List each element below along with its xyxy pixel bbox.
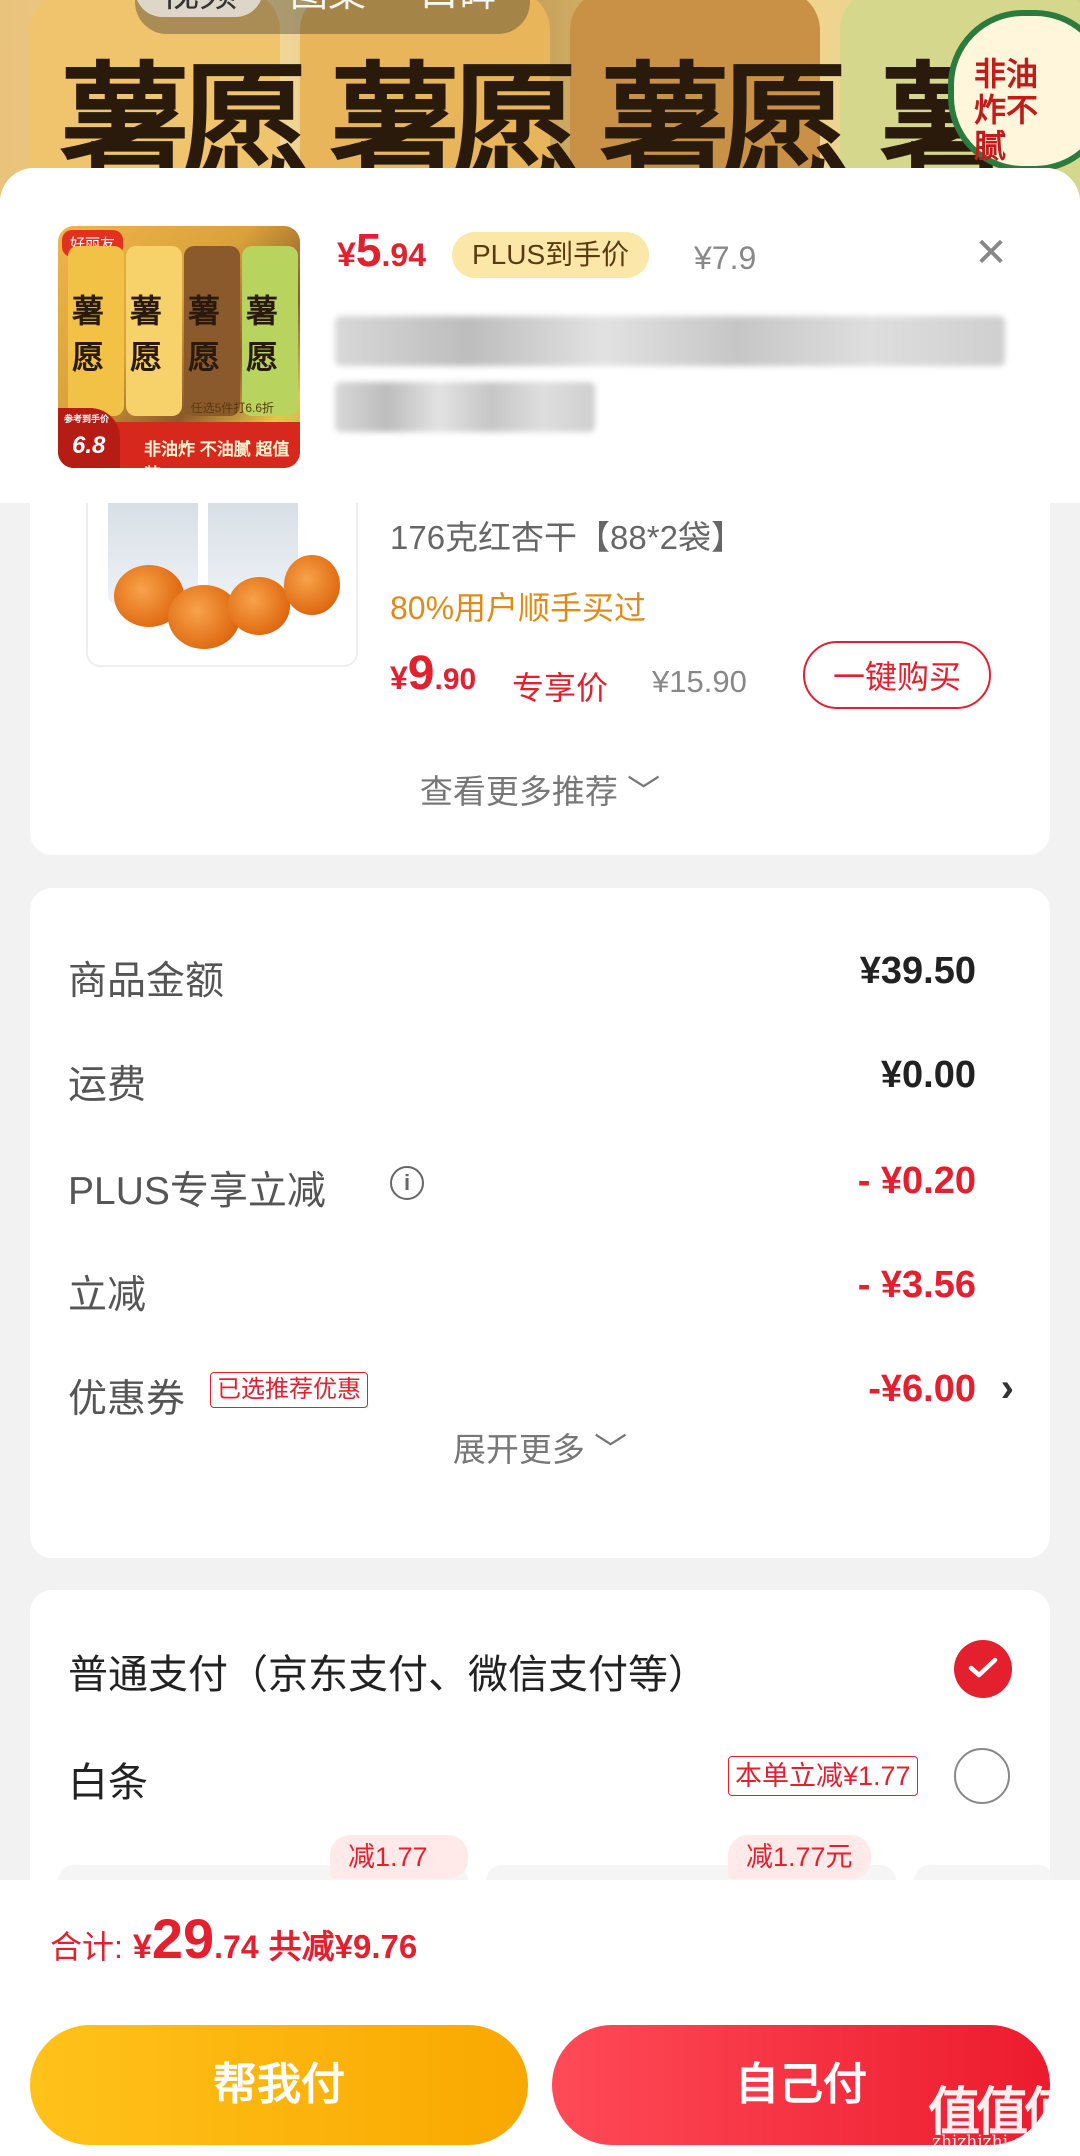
- watermark-url: zhizhizhi.com: [932, 2132, 1050, 2152]
- reference-price: 6.8: [72, 432, 106, 459]
- currency-symbol: ¥: [132, 1928, 152, 1966]
- product-slogan: 非油炸 不油腻 超值装: [144, 440, 290, 468]
- total-integer: 29: [151, 1907, 215, 1970]
- apricot: [284, 555, 340, 615]
- pack: 薯愿: [242, 246, 298, 416]
- installment-badge: 减1.77元: [728, 1835, 871, 1879]
- purchase-rate: 80%用户顺手买过: [390, 590, 647, 626]
- summary-value: - ¥3.56: [857, 1264, 976, 1306]
- recommendation-card: 176克红杏干【88*2袋】 80%用户顺手买过 ¥9.90 专享价 ¥15.9…: [30, 503, 1050, 855]
- pack-text: 薯愿: [72, 292, 105, 376]
- summary-row-subtotal: 商品金额 ¥39.50: [68, 950, 998, 1010]
- recommendation-price: ¥9.90: [390, 646, 476, 701]
- currency-symbol: ¥: [390, 660, 408, 696]
- info-icon[interactable]: i: [390, 1166, 424, 1200]
- sheet-header: 好丽友 薯愿 薯愿 薯愿 薯愿 任选5件打6.6折 参考到手价 6.8 非油炸 …: [0, 168, 1080, 503]
- summary-value: ¥39.50: [859, 950, 976, 992]
- baitiao-discount-tag: 本单立减¥1.77: [728, 1756, 918, 1796]
- site-watermark: 值值值 zhizhizhi.com: [928, 2070, 1076, 2152]
- currency-symbol: ¥: [337, 236, 356, 274]
- normal-payment-label[interactable]: 普通支付（京东支付、微信支付等）: [68, 1642, 708, 1700]
- amount-summary-card: 商品金额 ¥39.50 运费 ¥0.00 PLUS专享立减 i - ¥0.20 …: [30, 888, 1050, 1558]
- summary-row-instant-discount: 立减 - ¥3.56: [68, 1264, 998, 1324]
- plus-price: ¥5.94: [337, 223, 426, 277]
- summary-value: - ¥0.20: [857, 1160, 976, 1202]
- summary-label: 运费: [68, 1064, 147, 1107]
- coupon-tag: 已选推荐优惠: [210, 1372, 368, 1408]
- pack-text: 薯愿: [130, 292, 163, 376]
- summary-row-coupon[interactable]: 优惠券 已选推荐优惠 -¥6.00 ›: [68, 1366, 1014, 1428]
- one-click-buy-button[interactable]: 一键购买: [803, 641, 991, 709]
- tab-gallery[interactable]: 图集: [290, 0, 366, 17]
- banner-seal: 非油炸不腻: [948, 10, 1080, 172]
- baitiao-radio[interactable]: [954, 1748, 1010, 1804]
- plus-price-tag: PLUS到手价: [452, 232, 650, 278]
- checkout-sheet: 好丽友 薯愿 薯愿 薯愿 薯愿 任选5件打6.6折 参考到手价 6.8 非油炸 …: [0, 168, 1080, 2156]
- total-decimal: .74: [214, 1929, 259, 1965]
- reference-label: 参考到手价: [64, 414, 110, 424]
- summary-value: ¥0.00: [880, 1054, 976, 1096]
- summary-label: PLUS专享立减: [68, 1170, 326, 1213]
- product-strip: 参考到手价 6.8 非油炸 不油腻 超值装: [58, 408, 300, 468]
- more-recommendations-link[interactable]: 查看更多推荐 ﹀: [30, 765, 1050, 813]
- summary-label: 立减: [68, 1274, 147, 1317]
- seal-text: 非油炸不腻: [974, 56, 1039, 164]
- summary-value: -¥6.00: [868, 1368, 976, 1410]
- product-thumbnail: 好丽友 薯愿 薯愿 薯愿 薯愿 任选5件打6.6折 参考到手价 6.8 非油炸 …: [58, 226, 300, 468]
- installment-badge: 减1.77元: [330, 1835, 468, 1916]
- pack: 薯愿: [184, 246, 240, 416]
- exclusive-price-label: 专享价: [512, 670, 609, 706]
- baitiao-payment-label[interactable]: 白条: [68, 1750, 148, 1808]
- help-me-pay-button[interactable]: 帮我付: [30, 2025, 528, 2145]
- summary-label: 商品金额: [68, 960, 225, 1003]
- price-decimal: .94: [381, 237, 426, 273]
- close-icon[interactable]: ✕: [966, 228, 1016, 278]
- promo-text: 任选5件打6.6折: [190, 401, 274, 415]
- pack-text: 薯愿: [246, 292, 279, 376]
- total-label: 合计:: [50, 1929, 123, 1965]
- price-integer: 9: [407, 647, 435, 700]
- pack: 薯愿: [68, 246, 124, 416]
- price-decimal: .90: [434, 663, 477, 696]
- total-savings: 共减¥9.76: [268, 1928, 418, 1965]
- tab-video[interactable]: 视频: [135, 0, 264, 17]
- summary-row-plus-discount: PLUS专享立减 i - ¥0.20: [68, 1160, 998, 1220]
- media-tabs: 视频 图集 口碑: [135, 0, 530, 34]
- recommendation-title[interactable]: 176克红杏干【88*2袋】: [390, 511, 744, 559]
- summary-label: 优惠券: [68, 1378, 186, 1421]
- price-integer: 5: [355, 224, 382, 276]
- recommendation-image[interactable]: [86, 503, 358, 667]
- tab-reviews[interactable]: 口碑: [420, 0, 496, 17]
- pack-text: 薯愿: [188, 292, 221, 376]
- expand-more-link[interactable]: 展开更多 ﹀: [30, 1423, 1050, 1471]
- checkout-bottom-bar: 合计: ¥29.74 共减¥9.76 帮我付 自己付: [0, 1880, 1080, 2156]
- blurred-product-title: [335, 316, 1005, 366]
- selected-check-icon[interactable]: [954, 1640, 1012, 1698]
- original-price: ¥7.9: [694, 240, 757, 276]
- reference-price-badge: 参考到手价 6.8: [58, 408, 120, 468]
- blurred-product-title: [335, 382, 595, 432]
- recommendation-original-price: ¥15.90: [652, 664, 747, 699]
- pack: 薯愿: [126, 246, 182, 416]
- apricot: [228, 577, 290, 635]
- chevron-right-icon[interactable]: ›: [1001, 1366, 1014, 1411]
- order-total: 合计: ¥29.74 共减¥9.76: [50, 1906, 417, 1971]
- summary-row-shipping: 运费 ¥0.00: [68, 1054, 998, 1114]
